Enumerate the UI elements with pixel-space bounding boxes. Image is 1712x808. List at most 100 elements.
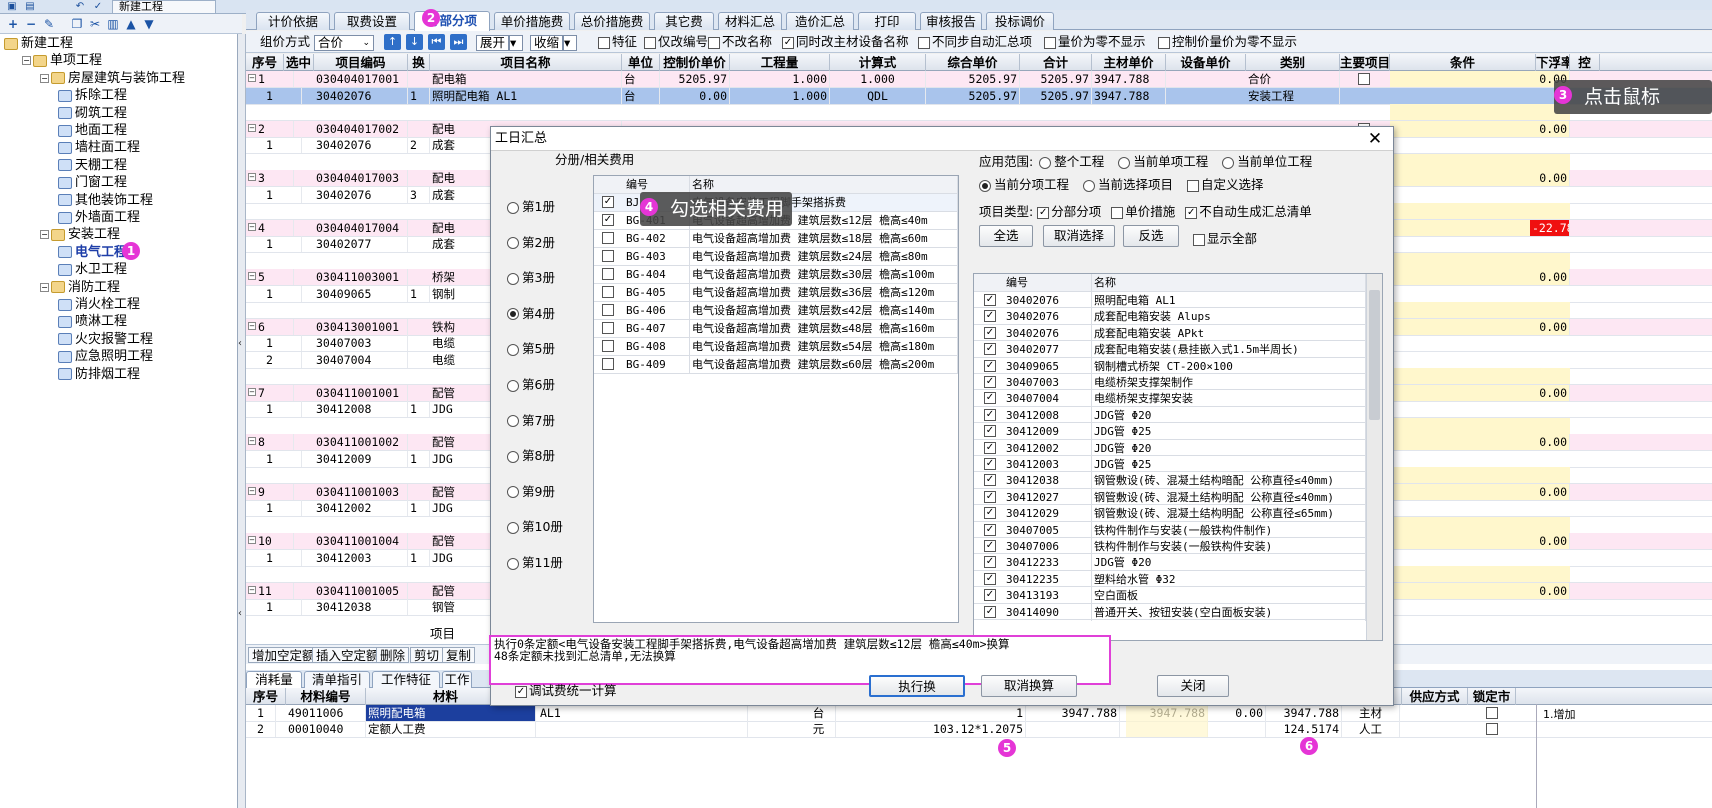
- minus-icon[interactable]: −: [24, 17, 38, 31]
- item-checkbox[interactable]: ✓: [984, 310, 996, 323]
- paste-icon[interactable]: ▥: [106, 17, 120, 31]
- up-arrow-icon[interactable]: ▲: [124, 17, 138, 31]
- fee-checkbox[interactable]: [602, 340, 614, 352]
- radio-icon[interactable]: [507, 237, 519, 250]
- tree-item[interactable]: 喷淋工程: [58, 312, 127, 331]
- option-check[interactable]: 控制价量价为零不显示: [1158, 34, 1297, 50]
- material-row[interactable]: 149011006照明配电箱AL1台13947.7883947.7880.003…: [246, 705, 1712, 722]
- item-checkbox[interactable]: ✓: [984, 605, 996, 618]
- item-checkbox[interactable]: ✓: [984, 392, 996, 405]
- item-checkbox[interactable]: ✓: [984, 523, 996, 536]
- tree-item[interactable]: 防排烟工程: [58, 365, 140, 384]
- copy-icon[interactable]: ❐: [70, 17, 84, 31]
- condition-cell[interactable]: [1390, 203, 1570, 219]
- invert-button[interactable]: 反选: [1123, 225, 1179, 247]
- radio-icon[interactable]: [1222, 156, 1235, 169]
- type-check[interactable]: ✓ 分部分项: [1037, 204, 1101, 219]
- quota-item-row[interactable]: ✓ 30413193 空白面板: [974, 587, 1366, 605]
- checkbox[interactable]: [1111, 206, 1124, 219]
- tab-8[interactable]: 打印: [858, 12, 916, 30]
- collapse-toggle-icon[interactable]: −: [22, 56, 31, 66]
- collapse-button[interactable]: 收缩: [530, 34, 564, 51]
- quota-item-row[interactable]: ✓ 30407003 电缆桥架支撑架制作: [974, 374, 1366, 391]
- item-checkbox[interactable]: ✓: [984, 507, 996, 520]
- item-checkbox[interactable]: ✓: [984, 425, 996, 438]
- last-icon[interactable]: ⏭: [450, 34, 467, 50]
- tab-3[interactable]: 单价措施费: [494, 12, 570, 30]
- quota-button-4[interactable]: 复制: [442, 647, 476, 663]
- tab-5[interactable]: 其它费: [654, 12, 714, 30]
- table-row[interactable]: 1 30402076 1 照明配电箱 AL1 台 0.00 1.000 QDL 5205.97 5…: [246, 87, 1712, 105]
- tree-item[interactable]: 应急照明工程: [58, 347, 153, 366]
- fee-checkbox[interactable]: ✓: [602, 196, 614, 208]
- table-row[interactable]: [246, 104, 1712, 121]
- option-check[interactable]: 特征: [598, 34, 637, 50]
- tree-item[interactable]: − 安装工程: [40, 225, 120, 244]
- lock-checkbox[interactable]: [1486, 723, 1498, 735]
- item-checkbox[interactable]: ✓: [984, 294, 996, 306]
- fee-checkbox[interactable]: [602, 286, 614, 298]
- radio-icon[interactable]: [1039, 156, 1052, 169]
- tree-item[interactable]: 水卫工程: [58, 260, 127, 279]
- checkbox[interactable]: ✓: [1037, 206, 1050, 219]
- item-checkbox[interactable]: ✓: [984, 343, 996, 356]
- main-item-checkbox[interactable]: [1358, 73, 1370, 85]
- move-up-icon[interactable]: ↑: [384, 34, 401, 50]
- condition-cell[interactable]: [1390, 467, 1570, 483]
- option-check[interactable]: 量价为零不显示: [1044, 34, 1146, 50]
- tab-9[interactable]: 审核报告: [920, 12, 982, 30]
- radio-icon[interactable]: [507, 415, 519, 428]
- option-check[interactable]: 不同步自动汇总项: [918, 34, 1032, 50]
- tree-item[interactable]: − 消防工程: [40, 278, 120, 297]
- radio-icon[interactable]: [507, 272, 519, 285]
- fee-row[interactable]: BG-408 电气设备超高增加费 建筑层数≤54层 檐高≤180m: [594, 338, 958, 356]
- item-checkbox[interactable]: ✓: [984, 376, 996, 388]
- volume-radio[interactable]: 第9册: [507, 484, 555, 500]
- scope-radio[interactable]: 当前单项工程: [1118, 154, 1208, 169]
- item-checkbox[interactable]: ✓: [984, 474, 996, 487]
- scope-radio[interactable]: 整个工程: [1039, 154, 1104, 169]
- volume-radio[interactable]: 第6册: [507, 377, 555, 393]
- quota-item-row[interactable]: ✓ 30414090 普通开关、按钮安装(空白面板安装): [974, 603, 1366, 621]
- fee-row[interactable]: BG-407 电气设备超高增加费 建筑层数≤48层 檐高≤160m: [594, 320, 958, 338]
- quota-button-2[interactable]: 删除: [376, 647, 410, 663]
- radio-icon[interactable]: [507, 557, 519, 570]
- tree-item[interactable]: 拆除工程: [58, 86, 127, 105]
- quota-item-row[interactable]: ✓ 30412009 JDG管 Φ25: [974, 423, 1366, 441]
- scroll-thumb[interactable]: [1369, 290, 1380, 420]
- quota-item-row[interactable]: ✓ 30412038 钢管敷设(砖、混凝土结构暗配 公称直径≤40mm): [974, 472, 1366, 490]
- close-icon[interactable]: ✕: [1365, 129, 1385, 149]
- volume-radio[interactable]: 第10册: [507, 519, 563, 535]
- quota-item-row[interactable]: ✓ 30402077 成套配电箱安装(悬挂嵌入式1.5m半周长): [974, 341, 1366, 359]
- quota-item-row[interactable]: ✓ 30407006 铁构件制作与安装(一般铁构件安装): [974, 538, 1366, 555]
- quota-item-row[interactable]: ✓ 30412235 塑料给水管 Φ32: [974, 570, 1366, 588]
- item-checkbox[interactable]: ✓: [984, 490, 996, 503]
- add-icon[interactable]: +: [6, 17, 20, 31]
- item-checkbox[interactable]: ✓: [984, 589, 996, 602]
- collapse-toggle-icon[interactable]: −: [40, 73, 49, 83]
- tab-1[interactable]: 取费设置: [334, 12, 410, 30]
- option-check[interactable]: 不改名称: [708, 34, 772, 50]
- volume-radio[interactable]: 第3册: [507, 270, 555, 286]
- quota-item-row[interactable]: ✓ 30412003 JDG管 Φ25: [974, 456, 1366, 473]
- fee-checkbox[interactable]: [602, 268, 614, 280]
- cancel-convert-button[interactable]: 取消换算: [981, 675, 1077, 697]
- quota-item-row[interactable]: ✓ 30402076 成套配电箱安装 Alups: [974, 308, 1366, 326]
- collapse-toggle-icon[interactable]: −: [40, 282, 49, 292]
- volume-radio[interactable]: 第11册: [507, 555, 563, 571]
- item-checkbox[interactable]: ✓: [984, 441, 996, 454]
- fee-checkbox[interactable]: [602, 232, 614, 244]
- volume-radio[interactable]: 第1册: [507, 199, 555, 215]
- table-row[interactable]: 1 030404017001 配电箱台 5205.97 1.000 1.000 5205.9…: [246, 71, 1712, 88]
- detail-tab-1[interactable]: 清单指引: [304, 671, 370, 688]
- tree-item[interactable]: 火灾报警工程: [58, 330, 153, 349]
- radio-icon[interactable]: [507, 521, 519, 534]
- execute-convert-button[interactable]: 执行换: [869, 675, 965, 697]
- select-all-button[interactable]: 全选: [979, 225, 1033, 247]
- checkbox[interactable]: [1044, 36, 1056, 49]
- fee-checkbox[interactable]: [602, 250, 614, 262]
- chevron-down-icon[interactable]: ▾: [563, 34, 578, 51]
- first-icon[interactable]: ⏮: [428, 34, 445, 50]
- tree-item[interactable]: 墙柱面工程: [58, 138, 140, 157]
- radio-icon[interactable]: [507, 201, 519, 214]
